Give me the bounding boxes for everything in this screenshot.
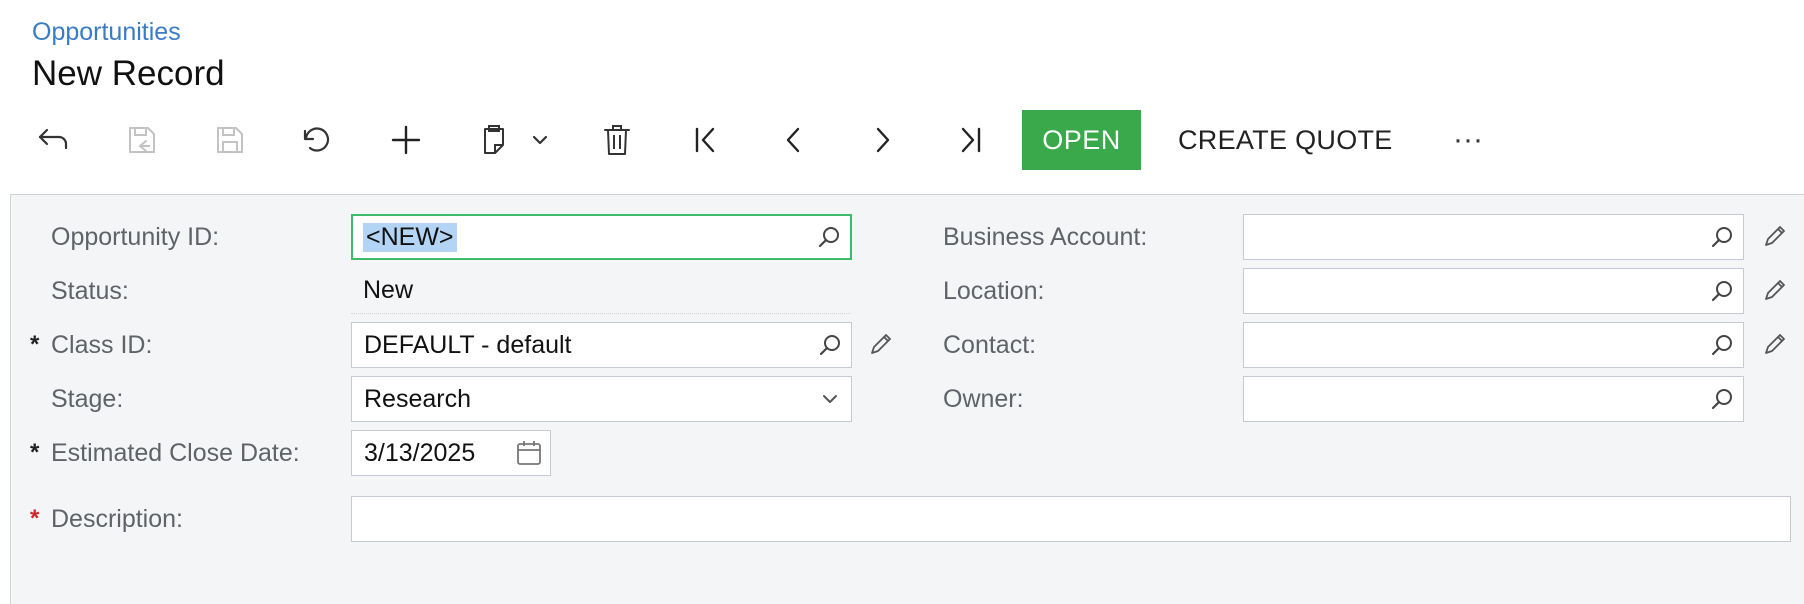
- owner-field[interactable]: [1243, 376, 1744, 422]
- class-id-field[interactable]: DEFAULT - default: [351, 322, 852, 368]
- estimated-close-date-label: Estimated Close Date:: [51, 438, 300, 467]
- create-quote-button[interactable]: CREATE QUOTE: [1164, 110, 1407, 170]
- previous-record-button[interactable]: [766, 112, 822, 168]
- breadcrumb[interactable]: Opportunities: [32, 18, 181, 47]
- calendar-icon[interactable]: [508, 432, 550, 474]
- save-and-close-button[interactable]: [114, 112, 170, 168]
- delete-button[interactable]: [589, 112, 645, 168]
- open-button[interactable]: OPEN: [1022, 110, 1141, 170]
- search-icon[interactable]: [809, 324, 851, 366]
- add-button[interactable]: [378, 112, 434, 168]
- status-label: Status:: [51, 276, 129, 305]
- edit-business-account-pencil-icon[interactable]: [1756, 219, 1792, 255]
- undo-icon: [303, 127, 330, 152]
- estimated-close-date-field[interactable]: 3/13/2025: [351, 430, 551, 476]
- required-mark: *: [30, 505, 40, 532]
- chevron-down-icon: [532, 135, 548, 145]
- page-title: New Record: [32, 54, 225, 93]
- stage-label: Stage:: [51, 384, 124, 413]
- class-id-label: Class ID:: [51, 330, 153, 359]
- required-mark: *: [30, 331, 40, 358]
- save-button[interactable]: [202, 112, 258, 168]
- undo-button[interactable]: [290, 112, 346, 168]
- business-account-field[interactable]: [1243, 214, 1744, 260]
- first-record-icon: [695, 127, 715, 153]
- more-actions-button[interactable]: ···: [1438, 110, 1498, 170]
- estimated-close-date-value: 3/13/2025: [364, 438, 476, 467]
- add-icon: [391, 125, 421, 155]
- description-label: Description:: [51, 504, 183, 533]
- owner-label: Owner:: [943, 384, 1024, 413]
- next-record-icon: [876, 127, 890, 153]
- save-icon: [217, 127, 243, 153]
- search-icon[interactable]: [808, 216, 850, 258]
- copy-paste-icon: [484, 125, 504, 154]
- location-field[interactable]: [1243, 268, 1744, 314]
- next-record-button[interactable]: [854, 112, 910, 168]
- last-record-icon: [961, 127, 981, 153]
- copy-paste-button[interactable]: [466, 112, 522, 168]
- copy-paste-dropdown[interactable]: [520, 112, 560, 168]
- search-icon[interactable]: [1701, 270, 1743, 312]
- delete-icon: [604, 125, 630, 155]
- edit-contact-pencil-icon[interactable]: [1756, 327, 1792, 363]
- opportunity-id-value: <NEW>: [363, 222, 457, 252]
- opportunity-id-field[interactable]: <NEW>: [351, 214, 852, 260]
- edit-location-pencil-icon[interactable]: [1756, 273, 1792, 309]
- edit-class-pencil-icon[interactable]: [862, 327, 898, 363]
- last-record-button[interactable]: [942, 112, 998, 168]
- status-value: New: [351, 268, 851, 314]
- back-button[interactable]: [26, 112, 82, 168]
- business-account-label: Business Account:: [943, 222, 1148, 251]
- location-label: Location:: [943, 276, 1045, 305]
- opportunity-id-label: Opportunity ID:: [51, 222, 220, 251]
- save-close-icon: [129, 127, 155, 153]
- first-record-button[interactable]: [678, 112, 734, 168]
- back-icon: [38, 128, 68, 150]
- chevron-down-icon[interactable]: [809, 378, 851, 420]
- previous-record-icon: [786, 127, 800, 153]
- stage-select[interactable]: Research: [351, 376, 852, 422]
- form-panel: Opportunity ID: <NEW> Status: New * Clas…: [10, 194, 1804, 604]
- contact-label: Contact:: [943, 330, 1037, 359]
- search-icon[interactable]: [1701, 216, 1743, 258]
- description-input[interactable]: [351, 496, 1791, 542]
- opportunity-page: Opportunities New Record OPEN CREATE QUO…: [0, 0, 1804, 604]
- contact-field[interactable]: [1243, 322, 1744, 368]
- required-mark: *: [30, 439, 40, 466]
- search-icon[interactable]: [1701, 324, 1743, 366]
- search-icon[interactable]: [1701, 378, 1743, 420]
- class-id-value: DEFAULT - default: [364, 330, 572, 359]
- stage-value: Research: [364, 384, 471, 413]
